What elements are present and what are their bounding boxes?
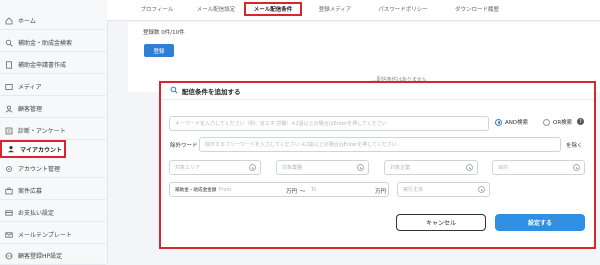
target-area-select[interactable]: 対象エリア: [169, 160, 261, 175]
sidebar-item-media[interactable]: メディア: [0, 78, 106, 96]
survey-icon: [5, 127, 13, 135]
sidebar-item-projects[interactable]: 案件広募: [0, 182, 106, 200]
tab-password-policy[interactable]: パスワードポリシー: [369, 2, 437, 16]
radio-unselected-icon: [543, 118, 550, 126]
search-icon: [170, 86, 178, 96]
media-icon: [5, 83, 13, 91]
sidebar: ホーム 補助金・助成金検索 補助金申請書作成 メディア 顧客管理 診断・アンケー…: [0, 0, 108, 265]
sidebar-item-customer-hp[interactable]: 顧客登録HP設定: [0, 247, 106, 265]
sidebar-item-label: 顧客管理: [18, 106, 43, 113]
to-placeholder: To: [311, 186, 317, 193]
modal-header: 配信条件を追加する: [161, 83, 594, 100]
exclude-placeholder: 除外するフリーワードを入力してください ※2語以上の場合はEnterを押してくだ…: [205, 142, 397, 148]
sidebar-item-label: お支払い設定: [18, 210, 55, 217]
sidebar-item-label: メディア: [18, 84, 42, 91]
register-button[interactable]: 登録: [144, 44, 174, 57]
tab-profile[interactable]: プロフィール: [134, 2, 180, 16]
target-industry-select[interactable]: 対象業種: [276, 160, 369, 175]
exclude-input[interactable]: 除外するフリーワードを入力してください ※2語以上の場合はEnterを押してくだ…: [199, 137, 561, 152]
tab-mail-settings[interactable]: メール配信設定: [187, 2, 245, 16]
home-icon: [5, 16, 13, 25]
account-settings-icon: [5, 165, 13, 173]
target-company-select[interactable]: 対象企業: [384, 160, 478, 175]
sidebar-item-account-management[interactable]: アカウント管理: [0, 160, 106, 178]
plus-circle-icon: [357, 164, 364, 171]
sidebar-item-label: メールテンプレート: [18, 232, 72, 239]
users-icon: [5, 105, 13, 113]
sidebar-item-my-account[interactable]: マイアカウント: [0, 140, 66, 158]
purpose-select[interactable]: 目的: [492, 160, 585, 175]
web-icon: [5, 252, 13, 260]
search-icon: [5, 39, 13, 47]
sidebar-item-label: ホーム: [18, 18, 36, 25]
plus-circle-icon: [478, 186, 485, 193]
sidebar-item-subsidy-search[interactable]: 補助金・助成金検索: [0, 34, 106, 52]
tab-registered-media[interactable]: 登録メディア: [309, 2, 361, 16]
document-icon: [5, 60, 13, 69]
payment-icon: [5, 209, 13, 217]
sidebar-item-customers[interactable]: 顧客管理: [0, 100, 106, 118]
cancel-button[interactable]: キャンセル: [396, 214, 486, 231]
and-search-radio[interactable]: AND検索: [495, 118, 528, 126]
amount-range-separator: 〜: [300, 189, 306, 195]
tab-download-history[interactable]: ダウンロード履歴: [445, 2, 509, 16]
help-icon[interactable]: ?: [577, 118, 584, 125]
submit-button[interactable]: 設定する: [495, 214, 585, 231]
sidebar-item-label: 案件広募: [18, 188, 43, 195]
tab-bar: プロフィール メール配信設定 メール配信条件 登録メディア パスワードポリシー …: [107, 0, 600, 21]
radio-selected-icon: [495, 118, 502, 126]
exclude-label: 除外ワード: [170, 143, 198, 149]
sidebar-item-label: 顧客登録HP設定: [18, 253, 63, 260]
amount-label: 補助金・助成金金額: [175, 187, 217, 193]
amount-from-input[interactable]: From: [214, 182, 286, 197]
amount-to-input[interactable]: To: [306, 182, 374, 197]
company-placeholder: 対象企業: [390, 165, 411, 171]
account-icon: [7, 145, 15, 153]
amount-to-unit: 万円: [375, 189, 387, 195]
sidebar-item-label: アカウント管理: [18, 166, 61, 173]
sidebar-item-home[interactable]: ホーム: [0, 12, 106, 30]
organizer-placeholder: 実行主体: [403, 187, 424, 193]
briefcase-icon: [5, 187, 13, 195]
sidebar-item-label: 補助金・助成金検索: [18, 40, 73, 47]
from-placeholder: From: [219, 186, 232, 193]
sidebar-item-label: 診断・アンケート: [18, 128, 66, 135]
tab-mail-conditions[interactable]: メール配信条件: [244, 2, 302, 16]
keyword-placeholder: キーワードを入力してください（例：省エネ 労働）※2語以上の場合はEnterを押…: [175, 121, 387, 127]
sidebar-item-mail-templates[interactable]: メールテンプレート: [0, 226, 106, 244]
purpose-placeholder: 目的: [498, 165, 509, 171]
sidebar-item-payment[interactable]: お支払い設定: [0, 204, 106, 222]
plus-circle-icon: [249, 164, 256, 171]
exclude-suffix: を除く: [566, 143, 583, 149]
sidebar-item-application[interactable]: 補助金申請書作成: [0, 56, 106, 74]
mail-icon: [5, 231, 13, 239]
sidebar-item-label: 補助金申請書作成: [18, 62, 67, 69]
keyword-input[interactable]: キーワードを入力してください（例：省エネ 労働）※2語以上の場合はEnterを押…: [169, 116, 489, 131]
or-search-label: OR検索: [553, 120, 573, 126]
registration-count: 登録数 0件/10件: [143, 30, 185, 36]
sidebar-item-label: マイアカウント: [20, 146, 63, 154]
plus-circle-icon: [573, 164, 580, 171]
organizer-select[interactable]: 実行主体: [397, 182, 490, 197]
sidebar-item-survey[interactable]: 診断・アンケート: [0, 122, 106, 140]
amount-from-unit: 万円: [286, 189, 298, 195]
industry-placeholder: 対象業種: [282, 165, 303, 171]
and-search-label: AND検索: [505, 120, 529, 126]
area-placeholder: 対象エリア: [175, 165, 201, 171]
modal-title: 配信条件を追加する: [182, 88, 241, 96]
plus-circle-icon: [466, 164, 473, 171]
or-search-radio[interactable]: OR検索: [543, 118, 572, 126]
